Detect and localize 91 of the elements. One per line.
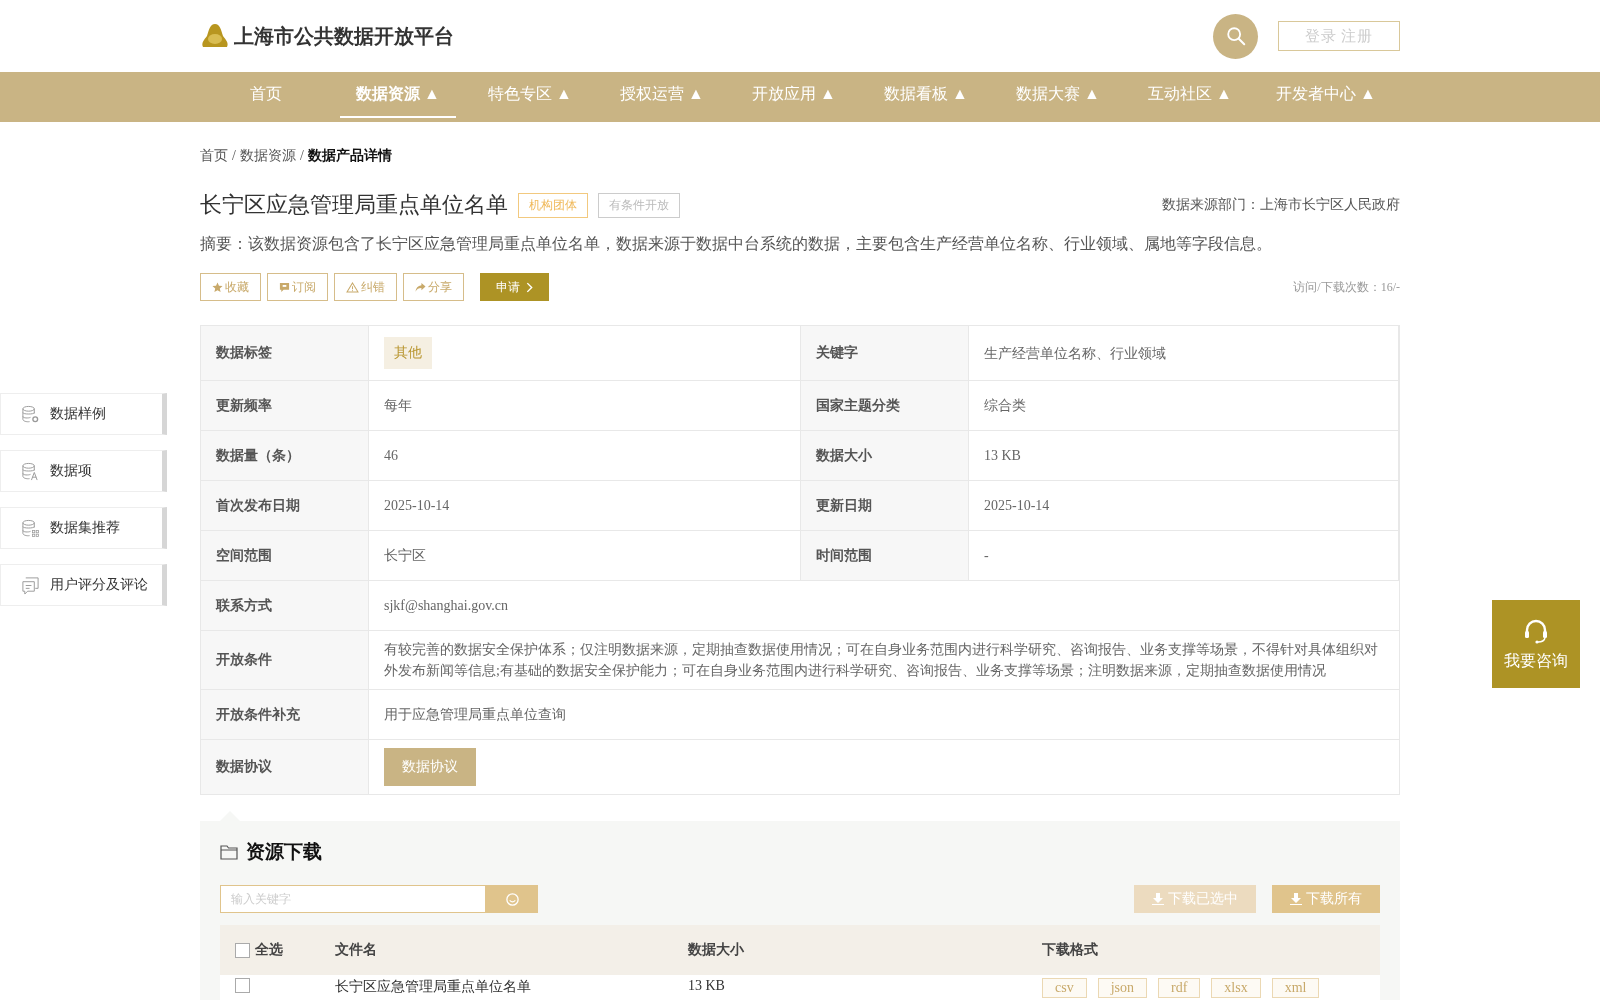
field-label: 首次发布日期 (201, 481, 369, 531)
search-icon (504, 891, 520, 907)
apply-button[interactable]: 申请 (480, 273, 549, 301)
download-button[interactable]: 下载所有 (1272, 885, 1380, 913)
nav-tab[interactable]: 首页 (208, 72, 324, 118)
field-value: 长宁区 (384, 547, 426, 565)
field-label: 数据标签 (201, 326, 369, 381)
search-icon (1224, 25, 1247, 47)
chevron-icon (526, 281, 533, 293)
side-nav-item[interactable]: 数据样例 (0, 393, 167, 435)
field-value: 有较完善的数据安全保护体系；仅注明数据来源，定期抽查数据使用情况；可在自身业务范围内进行科学研究、咨询报告、业务支撑等场景，不得针对具体组织对外发布新闻等信息;有基础的数据安全保护能力；可在自身业务范围内进行科学研究、咨询报告、业务支撑等场景；注明数据来源，定期抽查数据使用情况 (384, 641, 1379, 680)
breadcrumb-link[interactable]: 首页 (200, 147, 228, 165)
field-label: 数据大小 (801, 431, 969, 481)
summary-text: 摘要：该数据资源包含了长宁区应急管理局重点单位名单，数据来源于数据中台系统的数据，主要包含生产经营单位名称、行业领域、属地等字段信息。 (200, 234, 1273, 254)
nav-tab[interactable]: 数据看板 ▲ (868, 72, 984, 118)
format-link[interactable]: xml (1271, 978, 1320, 998)
column-header: 全选 (255, 941, 283, 959)
field-value: 2025-10-14 (384, 497, 450, 515)
field-value: 用于应急管理局重点单位查询 (384, 706, 566, 724)
database-letter-icon (21, 461, 40, 481)
column-header: 数据大小 (688, 941, 745, 959)
field-label: 数据量（条） (201, 431, 369, 481)
breadcrumb-separator: / (232, 148, 236, 164)
field-label: 关键字 (801, 326, 969, 381)
nav-tab[interactable]: 数据资源 ▲ (340, 72, 456, 118)
share-icon (415, 281, 426, 293)
column-header: 下载格式 (1042, 941, 1099, 959)
action-button[interactable]: 收藏 (200, 273, 261, 301)
field-value: 生产经营单位名称、行业领域 (984, 344, 1166, 363)
file-name: 长宁区应急管理局重点单位名单 (335, 978, 532, 996)
side-nav-item[interactable]: 数据项 (0, 450, 167, 492)
breadcrumb-link[interactable]: 数据资源 (239, 147, 296, 165)
data-tag: 其他 (384, 337, 432, 369)
nav-tab[interactable]: 开放应用 ▲ (736, 72, 852, 118)
field-label: 更新频率 (201, 381, 369, 431)
field-label: 更新日期 (801, 481, 969, 531)
side-nav-item[interactable]: 用户评分及评论 (0, 564, 167, 606)
consult-button[interactable]: 我要咨询 (1492, 600, 1580, 688)
breadcrumb-separator: / (299, 148, 304, 164)
field-label: 开放条件补充 (201, 690, 369, 740)
field-value: 每年 (384, 397, 412, 415)
search-button[interactable] (486, 885, 538, 913)
dataset-title: 长宁区应急管理局重点单位名单 (200, 191, 508, 219)
star-icon (212, 281, 223, 293)
visit-count: 访问/下载次数：16/- (1293, 278, 1400, 296)
comment-icon (21, 575, 40, 595)
agreement-button[interactable]: 数据协议 (384, 748, 476, 786)
warning-icon (346, 281, 359, 293)
format-link[interactable]: xlsx (1211, 978, 1261, 998)
database-gear-icon (21, 404, 40, 424)
field-value: - (984, 547, 989, 565)
file-size: 13 KB (688, 978, 726, 994)
side-nav-item[interactable]: 数据集推荐 (0, 507, 167, 549)
download-icon (1290, 893, 1302, 905)
field-value: 13 KB (984, 447, 1021, 465)
nav-tab[interactable]: 特色专区 ▲ (472, 72, 588, 118)
nav-tab[interactable]: 互动社区 ▲ (1132, 72, 1248, 118)
message-icon (279, 281, 290, 293)
field-label: 联系方式 (201, 581, 369, 631)
database-grid-icon (21, 518, 40, 538)
download-icon (1152, 893, 1164, 905)
field-value: 46 (384, 447, 398, 465)
breadcrumb-link[interactable]: 数据产品详情 (307, 147, 392, 165)
action-button[interactable]: 纠错 (334, 273, 397, 301)
field-label: 空间范围 (201, 531, 369, 581)
row-checkbox[interactable] (235, 978, 250, 993)
field-value: 2025-10-14 (984, 497, 1050, 515)
search-button[interactable] (1213, 13, 1258, 59)
field-label: 开放条件 (201, 631, 369, 690)
format-link[interactable]: json (1097, 978, 1147, 998)
field-value: 综合类 (984, 397, 1026, 415)
action-button[interactable]: 订阅 (267, 273, 328, 301)
source-department: 数据来源部门：上海市长宁区人民政府 (1162, 196, 1400, 214)
field-label: 国家主题分类 (801, 381, 969, 431)
logo-icon (200, 22, 230, 50)
format-link[interactable]: rdf (1158, 978, 1201, 998)
field-label: 数据协议 (201, 740, 369, 795)
select-all-checkbox[interactable] (235, 942, 250, 958)
field-value: sjkf@shanghai.gov.cn (384, 597, 508, 615)
nav-tab[interactable]: 授权运营 ▲ (604, 72, 720, 118)
dataset-tag: 有条件开放 (598, 192, 680, 218)
site-title[interactable]: 上海市公共数据开放平台 (234, 22, 454, 50)
folder-icon (220, 844, 238, 860)
column-header: 文件名 (335, 941, 378, 959)
nav-tab[interactable]: 数据大赛 ▲ (1000, 72, 1116, 118)
dataset-tag: 机构团体 (518, 192, 588, 218)
nav-tab[interactable]: 开发者中心 ▲ (1264, 72, 1388, 118)
action-button[interactable]: 分享 (403, 273, 464, 301)
field-label: 时间范围 (801, 531, 969, 581)
format-link[interactable]: csv (1042, 978, 1087, 998)
section-title: 资源下载 (246, 840, 322, 864)
